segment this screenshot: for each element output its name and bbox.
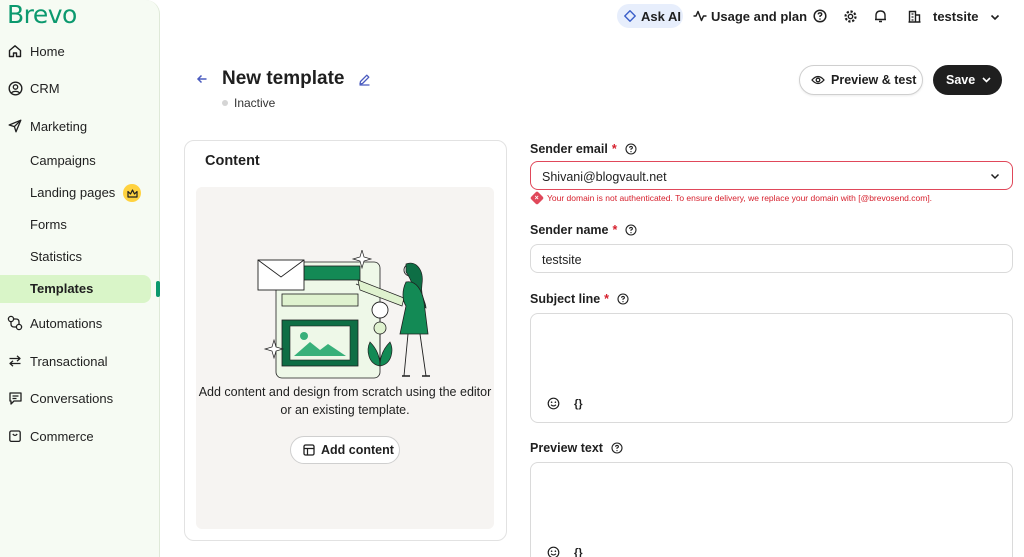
- transfer-icon: [7, 353, 23, 369]
- building-icon: [906, 8, 922, 24]
- sidebar-item-label: CRM: [30, 80, 60, 96]
- sidebar: Brevo Home CRM Marketing Campaigns Landi…: [0, 0, 160, 557]
- sidebar-item-campaigns[interactable]: Campaigns: [30, 153, 96, 168]
- status-dot: [222, 100, 228, 106]
- ask-ai-button[interactable]: Ask AI: [617, 4, 683, 28]
- save-label: Save: [946, 73, 976, 87]
- sidebar-item-label: Automations: [30, 315, 103, 331]
- subject-line-label: Subject line *: [530, 292, 629, 306]
- crown-icon: [123, 184, 141, 202]
- chevron-down-icon[interactable]: [987, 9, 1003, 25]
- sidebar-item-label: Commerce: [30, 428, 94, 444]
- pencil-icon[interactable]: [358, 73, 371, 91]
- bag-icon: [7, 428, 23, 444]
- save-button[interactable]: Save: [933, 65, 1002, 95]
- required-asterisk: *: [604, 292, 610, 306]
- template-illustration: [257, 250, 430, 379]
- help-icon[interactable]: [611, 442, 623, 454]
- help-icon[interactable]: [617, 293, 629, 305]
- subject-line-label-text: Subject line: [530, 292, 601, 306]
- required-asterisk: *: [612, 223, 618, 237]
- active-indicator: [156, 281, 160, 297]
- required-asterisk: *: [611, 142, 617, 156]
- back-arrow-icon[interactable]: [195, 72, 209, 86]
- sidebar-item-label: Marketing: [30, 118, 88, 134]
- subject-line-textarea[interactable]: [530, 313, 1013, 423]
- add-content-label: Add content: [321, 443, 394, 457]
- activity-icon: [692, 8, 708, 24]
- sidebar-item-label: Transactional: [30, 353, 108, 369]
- status-indicator: Inactive: [222, 96, 275, 110]
- chat-icon: [7, 390, 23, 406]
- emoji-icon[interactable]: [547, 397, 560, 410]
- sender-name-input[interactable]: testsite: [530, 244, 1013, 273]
- contact-icon: [7, 80, 23, 96]
- sender-name-label-text: Sender name: [530, 223, 609, 237]
- sidebar-item-forms[interactable]: Forms: [30, 217, 67, 232]
- subject-toolbar: {}: [547, 397, 583, 410]
- usage-and-plan-link[interactable]: Usage and plan: [711, 9, 807, 24]
- sender-email-select[interactable]: Shivani@blogvault.net: [530, 161, 1013, 190]
- sender-email-error-text: Your domain is not authenticated. To ens…: [547, 193, 933, 203]
- sender-email-label: Sender email *: [530, 142, 637, 156]
- content-title: Content: [205, 153, 260, 169]
- sparkle-icon: [624, 10, 636, 22]
- sender-email-value: Shivani@blogvault.net: [542, 170, 667, 184]
- account-name[interactable]: testsite: [933, 9, 979, 24]
- sender-email-label-text: Sender email: [530, 142, 608, 156]
- error-icon: ×: [529, 190, 545, 206]
- emoji-icon[interactable]: [547, 546, 560, 557]
- gear-icon[interactable]: [842, 8, 858, 24]
- chevron-down-icon: [982, 77, 991, 83]
- preview-text-textarea[interactable]: [530, 462, 1013, 557]
- sender-name-label: Sender name *: [530, 223, 637, 237]
- preview-toolbar: {}: [547, 546, 583, 557]
- preview-test-button[interactable]: Preview & test: [799, 65, 923, 95]
- bell-icon[interactable]: [872, 8, 888, 24]
- chevron-down-icon: [990, 173, 1000, 180]
- automation-icon: [7, 315, 23, 331]
- add-content-button[interactable]: Add content: [290, 436, 400, 464]
- sidebar-item-statistics[interactable]: Statistics: [30, 249, 82, 264]
- help-icon[interactable]: [812, 8, 828, 24]
- sidebar-item-templates[interactable]: Templates: [30, 281, 93, 296]
- content-description: Add content and design from scratch usin…: [198, 385, 492, 417]
- preview-text-label-text: Preview text: [530, 441, 603, 455]
- sender-email-error: × Your domain is not authenticated. To e…: [529, 190, 933, 206]
- preview-text-label: Preview text: [530, 441, 623, 455]
- brevo-logo[interactable]: Brevo: [7, 0, 77, 29]
- sidebar-item-landing-pages[interactable]: Landing pages: [30, 185, 115, 200]
- sidebar-item-label: Home: [30, 43, 65, 59]
- page-title: New template: [222, 68, 345, 89]
- personalization-button[interactable]: {}: [574, 547, 583, 557]
- help-icon[interactable]: [625, 143, 637, 155]
- ask-ai-label: Ask AI: [641, 8, 681, 24]
- sender-name-value: testsite: [542, 253, 582, 267]
- sidebar-item-label: Conversations: [30, 390, 114, 406]
- home-icon: [7, 43, 23, 59]
- help-icon[interactable]: [625, 224, 637, 236]
- status-label: Inactive: [234, 96, 276, 110]
- layout-icon: [303, 444, 315, 456]
- preview-test-label: Preview & test: [831, 73, 917, 87]
- paper-plane-icon: [7, 118, 23, 134]
- eye-icon: [811, 75, 825, 85]
- personalization-button[interactable]: {}: [574, 398, 583, 410]
